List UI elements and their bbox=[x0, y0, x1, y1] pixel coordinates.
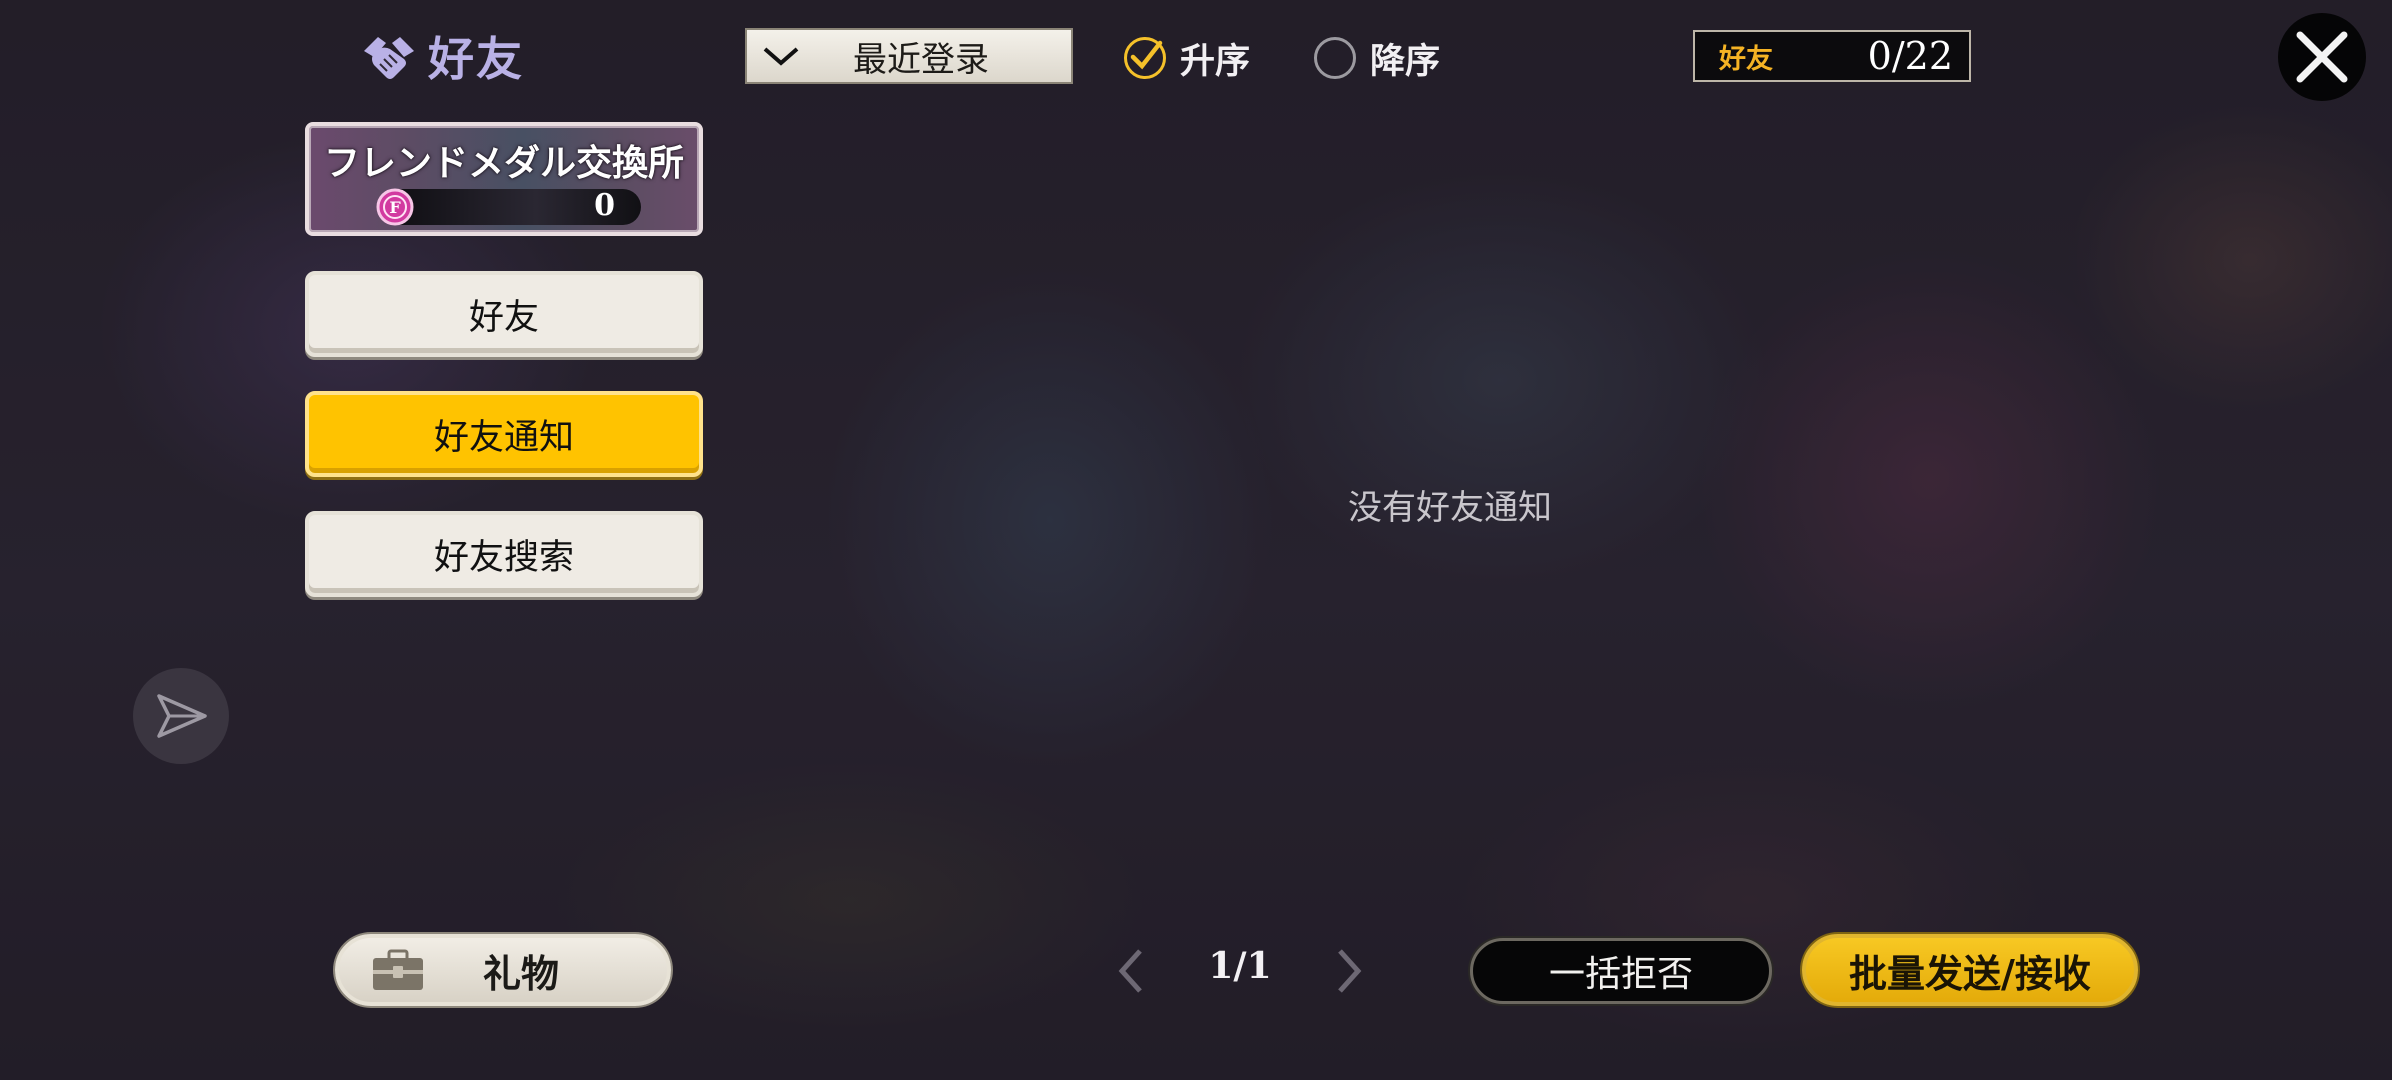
gift-button-label: 礼物 bbox=[482, 951, 559, 996]
descending-radio[interactable]: 降序 bbox=[1314, 34, 1440, 82]
sort-dropdown-label: 最近登录 bbox=[853, 39, 989, 80]
unchecked-radio-icon bbox=[1314, 37, 1356, 79]
descending-label: 降序 bbox=[1370, 41, 1441, 82]
medal-amount: 0 bbox=[594, 188, 615, 223]
close-button[interactable] bbox=[2278, 13, 2366, 101]
checked-radio-icon bbox=[1124, 37, 1166, 79]
friend-count-value: 0/22 bbox=[1867, 34, 1953, 78]
chevron-down-icon bbox=[763, 47, 799, 66]
gift-box-icon bbox=[373, 949, 423, 990]
sidebar-item-friend-search[interactable]: 好友搜索 bbox=[305, 511, 703, 597]
empty-state-message: 没有好友通知 bbox=[1348, 488, 1552, 528]
sidebar-item-label: 好友通知 bbox=[433, 417, 574, 458]
friend-count-box: 好友 0/22 bbox=[1693, 30, 1971, 82]
sidebar-item-label: 好友搜索 bbox=[433, 537, 574, 578]
ascending-label: 升序 bbox=[1180, 41, 1251, 82]
prev-page-arrow[interactable] bbox=[1110, 943, 1150, 999]
ascending-radio[interactable]: 升序 bbox=[1124, 34, 1250, 82]
batch-send-receive-button[interactable]: 批量发送/接收 bbox=[1802, 934, 2138, 1006]
friend-count-label: 好友 bbox=[1719, 43, 1773, 75]
page-header: 好友 bbox=[360, 28, 524, 86]
paper-plane-icon bbox=[157, 694, 207, 738]
sidebar-item-friend-notifications[interactable]: 好友通知 bbox=[305, 391, 703, 477]
sidebar-item-label: 好友 bbox=[468, 297, 539, 338]
handshake-icon bbox=[364, 37, 414, 79]
next-page-arrow[interactable] bbox=[1330, 943, 1370, 999]
page-title: 好友 bbox=[428, 32, 524, 86]
svg-text:F: F bbox=[389, 198, 401, 217]
sort-dropdown[interactable]: 最近登录 bbox=[745, 28, 1073, 84]
page-indicator: 1/1 bbox=[1208, 945, 1272, 987]
friend-medal-exchange-banner[interactable]: フレンドメダル交換所 F 0 bbox=[305, 122, 703, 236]
friend-medal-icon: F bbox=[376, 188, 414, 226]
medal-exchange-title: フレンドメダル交換所 bbox=[323, 142, 684, 184]
reject-all-label: 一括拒否 bbox=[1548, 954, 1693, 995]
batch-send-receive-label: 批量发送/接收 bbox=[1849, 951, 2091, 996]
reject-all-button[interactable]: 一括拒否 bbox=[1470, 938, 1772, 1004]
close-icon bbox=[2296, 31, 2348, 83]
sidebar-item-friends[interactable]: 好友 bbox=[305, 271, 703, 357]
gift-button[interactable]: 礼物 bbox=[335, 934, 671, 1006]
share-button[interactable] bbox=[133, 668, 229, 764]
